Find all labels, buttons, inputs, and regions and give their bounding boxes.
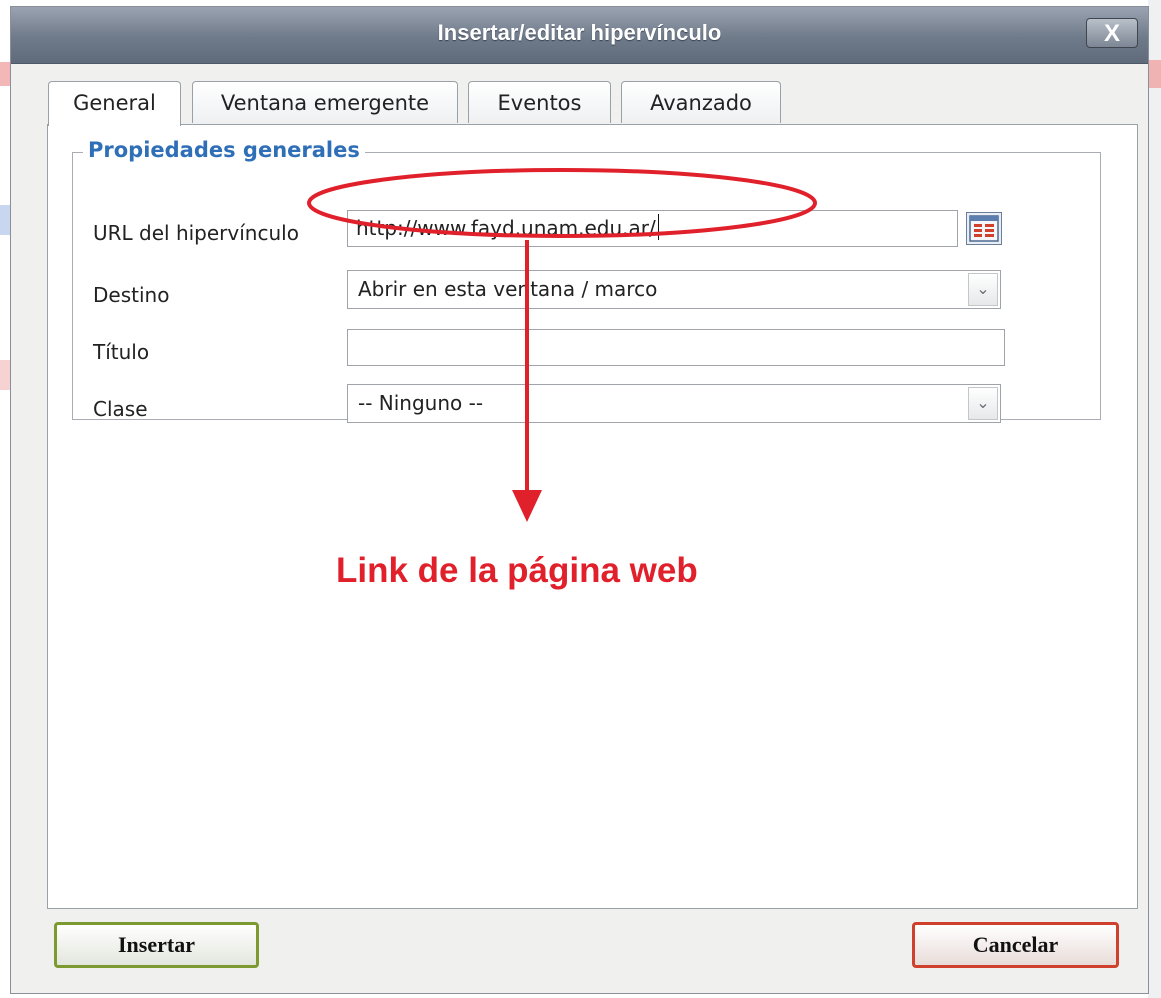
tab-panel-general: Propiedades generales URL del hipervíncu… — [47, 124, 1138, 909]
tab-advanced[interactable]: Avanzado — [621, 81, 781, 123]
title-label: Título — [93, 340, 150, 364]
tab-events[interactable]: Eventos — [468, 81, 611, 123]
general-properties-fieldset: Propiedades generales URL del hipervíncu… — [72, 138, 1101, 423]
class-label: Clase — [93, 397, 148, 421]
link-dialog: Insertar/editar hipervínculo X General V… — [10, 6, 1149, 994]
background-page-right — [1148, 0, 1161, 998]
insert-button[interactable]: Insertar — [54, 922, 259, 968]
dialog-titlebar[interactable]: Insertar/editar hipervínculo X — [11, 7, 1148, 64]
url-label: URL del hipervínculo — [93, 221, 299, 245]
url-value: http://www.fayd.unam.edu.ar/ — [356, 216, 656, 240]
chevron-down-icon[interactable]: ⌄ — [968, 273, 998, 306]
link-list-button[interactable] — [966, 212, 1002, 245]
dialog-title: Insertar/editar hipervínculo — [437, 20, 722, 45]
target-value: Abrir en esta ventana / marco — [358, 277, 658, 301]
cancel-button[interactable]: Cancelar — [912, 922, 1119, 968]
chevron-down-icon[interactable]: ⌄ — [968, 387, 998, 420]
close-button[interactable]: X — [1086, 18, 1138, 48]
tab-general[interactable]: General — [48, 81, 181, 126]
target-label: Destino — [93, 283, 170, 307]
annotation-text: Link de la página web — [336, 551, 698, 590]
close-icon: X — [1103, 20, 1120, 47]
class-select[interactable]: -- Ninguno -- ⌄ — [347, 384, 1001, 423]
tab-popup[interactable]: Ventana emergente — [192, 81, 458, 123]
title-input[interactable] — [347, 329, 1005, 366]
text-cursor — [657, 214, 659, 240]
fieldset-legend: Propiedades generales — [83, 138, 365, 162]
link-list-icon — [969, 215, 999, 242]
url-input[interactable]: http://www.fayd.unam.edu.ar/ — [347, 210, 958, 247]
class-value: -- Ninguno -- — [358, 391, 484, 415]
target-select[interactable]: Abrir en esta ventana / marco ⌄ — [347, 270, 1001, 309]
background-fragment — [1148, 60, 1161, 88]
